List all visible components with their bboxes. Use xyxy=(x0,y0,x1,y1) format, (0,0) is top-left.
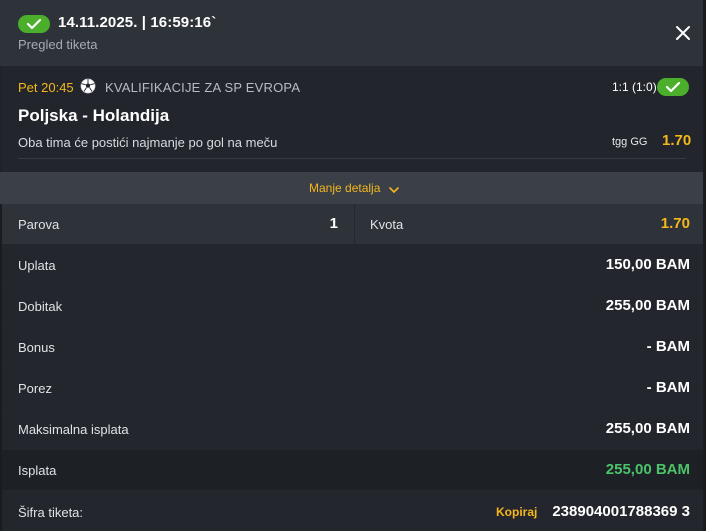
isplata-label: Isplata xyxy=(18,463,57,478)
max-label: Maksimalna isplata xyxy=(18,422,129,437)
toggle-details-label[interactable]: Manje detalja xyxy=(309,181,380,195)
match-competition: KVALIFIKACIJE ZA SP EVROPA xyxy=(105,80,301,95)
bonus-value: - BAM xyxy=(646,338,690,355)
summary-row-bonus xyxy=(2,327,703,368)
checkmark-icon xyxy=(657,78,689,96)
sifra-label: Šifra tiketa: xyxy=(18,505,84,520)
match-market: tgg GG xyxy=(612,136,648,148)
dobitak-value: 255,00 BAM xyxy=(605,297,690,314)
match-time: Pet 20:45 xyxy=(18,80,74,95)
ticket-code: 238904001788369 3 xyxy=(552,503,690,520)
match-teams: Poljska - Holandija xyxy=(18,106,170,125)
summary-row-parova xyxy=(2,204,703,245)
porez-value: - BAM xyxy=(646,379,690,396)
match-divider xyxy=(18,158,686,159)
uplata-value: 150,00 BAM xyxy=(605,256,690,273)
match-score: 1:1 (1:0) xyxy=(612,80,657,94)
soccer-ball-icon xyxy=(80,78,96,94)
kvota-value: 1.70 xyxy=(660,215,690,232)
chevron-down-icon[interactable] xyxy=(388,182,400,193)
summary-row-porez xyxy=(2,368,703,409)
close-icon[interactable] xyxy=(672,22,694,44)
copy-ticket-button[interactable]: Kopiraj xyxy=(496,505,537,519)
summary-row-dobitak xyxy=(2,286,703,327)
ticket-header: 14.11.2025. | 16:59:16` Pregled tiketa xyxy=(0,0,706,66)
row-divider xyxy=(354,204,355,244)
max-value: 255,00 BAM xyxy=(605,420,690,437)
dobitak-label: Dobitak xyxy=(18,299,63,314)
ticket-subtitle: Pregled tiketa xyxy=(18,37,98,52)
porez-label: Porez xyxy=(18,381,52,396)
ticket-datetime: 14.11.2025. | 16:59:16` xyxy=(58,14,217,31)
parova-value: 1 xyxy=(329,215,338,232)
checkmark-icon xyxy=(18,15,50,33)
uplata-label: Uplata xyxy=(18,258,56,273)
match-odds: 1.70 xyxy=(662,132,692,149)
match-pick: Oba tima će postići najmanje po gol na m… xyxy=(18,135,278,150)
summary-row-isplata xyxy=(2,450,703,491)
isplata-value: 255,00 BAM xyxy=(605,461,690,478)
kvota-label: Kvota xyxy=(370,217,404,232)
bonus-label: Bonus xyxy=(18,340,55,355)
summary-row-uplata xyxy=(2,245,703,286)
parova-label: Parova xyxy=(18,217,60,232)
